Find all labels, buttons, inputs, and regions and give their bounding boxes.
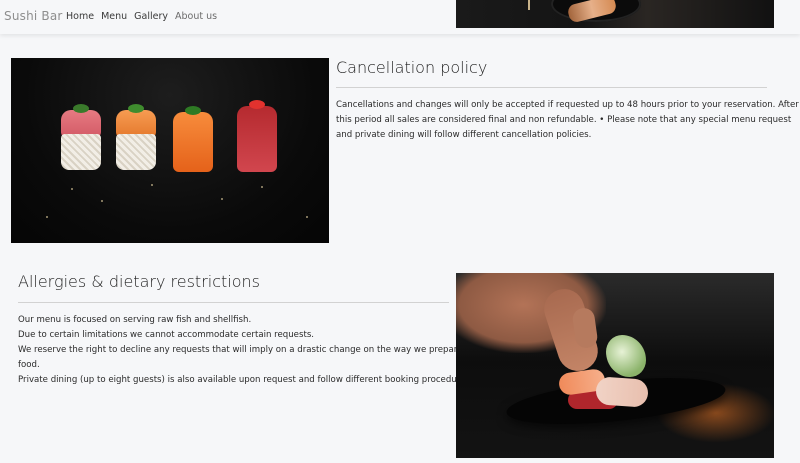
- nav-about[interactable]: About us: [175, 11, 217, 22]
- allergies-divider: [18, 302, 449, 303]
- allergies-line-5: Private dining (up to eight guests) is a…: [18, 375, 473, 385]
- nav-home[interactable]: Home: [66, 11, 94, 22]
- sushi-rolls-image: [11, 58, 329, 243]
- brand-logo[interactable]: Sushi Bar: [4, 9, 63, 23]
- allergies-line-2: Due to certain limitations we cannot acc…: [18, 330, 315, 340]
- hand-garnishing-sushi-image: [456, 273, 774, 458]
- nav-menu[interactable]: Menu: [101, 11, 127, 22]
- top-navbar: Sushi Bar Home Menu Gallery About us: [0, 0, 800, 34]
- cancellation-line-3: and private dining will follow different…: [336, 130, 592, 140]
- sushi-plate-image-top: [456, 0, 774, 28]
- allergies-line-4: food.: [18, 360, 40, 370]
- allergies-title: Allergies & dietary restrictions: [18, 272, 260, 291]
- cancellation-title: Cancellation policy: [336, 58, 488, 77]
- nav-gallery[interactable]: Gallery: [134, 11, 168, 22]
- allergies-line-1: Our menu is focused on serving raw fish …: [18, 315, 252, 325]
- cancellation-line-1: Cancellations and changes will only be a…: [336, 100, 799, 110]
- cancellation-line-2: this period all sales are considered fin…: [336, 115, 792, 125]
- cancellation-divider: [336, 87, 767, 88]
- allergies-line-3: We reserve the right to decline any requ…: [18, 345, 480, 355]
- main-nav: Home Menu Gallery About us: [66, 11, 217, 22]
